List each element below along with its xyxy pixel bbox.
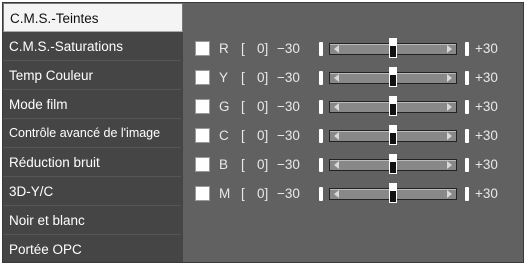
min-label: −30 [277,157,300,172]
max-label: +30 [475,99,498,114]
arrow-left-icon[interactable] [334,74,339,82]
checkbox[interactable] [195,70,210,85]
settings-panel: C.M.S.-Teintes C.M.S.-Saturations Temp C… [2,2,524,263]
slider-thumb[interactable] [389,154,397,174]
max-label: +30 [475,186,498,201]
slider-thumb[interactable] [389,183,397,203]
menu-item-3d-yc[interactable]: 3D-Y/C [3,177,181,206]
min-label: −30 [277,70,300,85]
slider-value: 0] [257,128,269,143]
arrow-left-icon[interactable] [334,103,339,111]
slider-left-end [319,129,323,143]
slider-left-end [319,158,323,172]
min-label: −30 [277,128,300,143]
open-bracket: [ [241,186,245,201]
arrow-left-icon[interactable] [334,190,339,198]
slider-value: 0] [257,99,269,114]
color-letter: C [219,128,229,143]
menu-item-portee-opc[interactable]: Portée OPC [3,235,181,264]
slider-thumb[interactable] [389,67,397,87]
arrow-left-icon[interactable] [334,45,339,53]
slider-right-end [465,158,469,172]
slider-value: 0] [257,41,269,56]
max-label: +30 [475,41,498,56]
menu-item-cms-teintes[interactable]: C.M.S.-Teintes [3,3,183,32]
checkbox[interactable] [195,99,210,114]
menu-item-cms-saturations[interactable]: C.M.S.-Saturations [3,32,181,61]
color-letter: M [219,186,231,201]
slider-track[interactable] [329,183,457,203]
slider-left-end [319,71,323,85]
slider-left-end [319,42,323,56]
checkbox[interactable] [195,41,210,56]
min-label: −30 [277,41,300,56]
arrow-right-icon[interactable] [447,132,452,140]
menu-item-noir-et-blanc[interactable]: Noir et blanc [3,206,181,235]
settings-menu: C.M.S.-Teintes C.M.S.-Saturations Temp C… [3,3,183,264]
slider-thumb[interactable] [389,96,397,116]
slider-right-end [465,71,469,85]
open-bracket: [ [241,41,245,56]
slider-track[interactable] [329,154,457,174]
menu-item-controle-avance[interactable]: Contrôle avancé de l'image [3,119,181,148]
slider-right-end [465,100,469,114]
slider-value: 0] [257,186,269,201]
slider-left-end [319,100,323,114]
slider-track[interactable] [329,38,457,58]
slider-left-end [319,187,323,201]
slider-track[interactable] [329,125,457,145]
open-bracket: [ [241,128,245,143]
max-label: +30 [475,70,498,85]
menu-item-reduction-bruit[interactable]: Réduction bruit [3,148,181,177]
slider-right-end [465,42,469,56]
slider-thumb[interactable] [389,125,397,145]
checkbox[interactable] [195,128,210,143]
arrow-left-icon[interactable] [334,161,339,169]
min-label: −30 [277,186,300,201]
menu-item-temp-couleur[interactable]: Temp Couleur [3,61,181,90]
checkbox[interactable] [195,186,210,201]
slider-value: 0] [257,70,269,85]
arrow-right-icon[interactable] [447,74,452,82]
slider-track[interactable] [329,67,457,87]
color-letter: G [219,99,230,114]
color-letter: R [219,41,229,56]
color-letter: B [219,157,229,172]
menu-item-mode-film[interactable]: Mode film [3,90,181,119]
slider-right-end [465,187,469,201]
arrow-left-icon[interactable] [334,132,339,140]
open-bracket: [ [241,70,245,85]
arrow-right-icon[interactable] [447,161,452,169]
slider-right-end [465,129,469,143]
slider-thumb[interactable] [389,38,397,58]
min-label: −30 [277,99,300,114]
color-letter: Y [219,70,229,85]
slider-value: 0] [257,157,269,172]
open-bracket: [ [241,157,245,172]
checkbox[interactable] [195,157,210,172]
open-bracket: [ [241,99,245,114]
arrow-right-icon[interactable] [447,190,452,198]
slider-track[interactable] [329,96,457,116]
hue-sliders-panel: R [ 0] −30 +30 Y [ 0] −30 +30 G [ 0] −30 [183,3,523,262]
arrow-right-icon[interactable] [447,103,452,111]
max-label: +30 [475,128,498,143]
arrow-right-icon[interactable] [447,45,452,53]
max-label: +30 [475,157,498,172]
